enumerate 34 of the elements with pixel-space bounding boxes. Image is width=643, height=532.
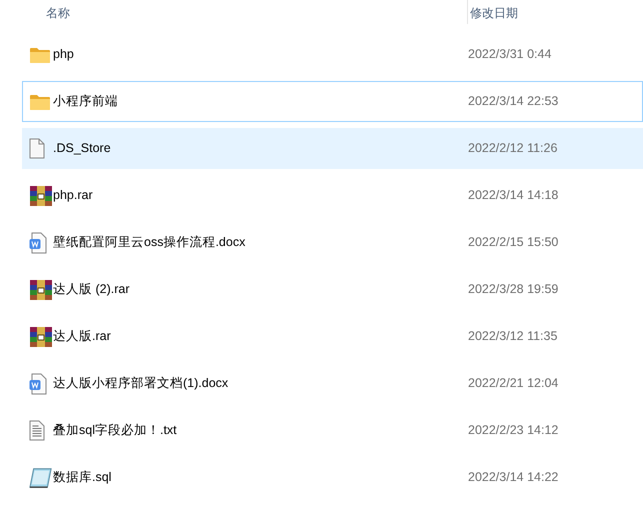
modified-date: 2022/2/15 15:50 [468,234,558,252]
notepad-icon [29,466,53,490]
column-header[interactable]: 修改日期 [470,6,518,20]
file-row[interactable]: 小程序前端 2022/3/14 22:53 [22,81,643,122]
modified-date: 2022/3/14 14:18 [468,187,558,204]
column-header[interactable]: 名称 [46,6,70,20]
file-name: 达人版.rar [53,328,112,346]
file-icon [29,138,45,159]
archive-icon [29,326,53,348]
modified-date: 2022/3/28 19:59 [468,281,558,298]
modified-date: 2022/3/12 11:35 [468,328,558,346]
file-name: 壁纸配置阿里云oss操作流程.docx [53,234,246,252]
modified-date: 2022/2/12 11:26 [468,140,558,158]
archive-icon [29,278,53,300]
modified-date: 2022/3/14 14:22 [468,469,558,486]
file-name: php.rar [53,187,94,204]
file-name: 达人版小程序部署文档(1).docx [53,375,230,392]
folder-icon [29,92,51,110]
file-name: 小程序前端 [53,93,119,110]
file-name: .DS_Store [53,140,112,158]
archive-icon [29,184,53,206]
file-name: 数据库.sql [53,469,112,486]
file-name: php [53,46,75,64]
folder-icon [29,46,51,64]
text-file-icon [29,420,45,441]
modified-date: 2022/3/31 0:44 [468,46,552,64]
word-document-icon [29,372,47,394]
modified-date: 2022/2/23 14:12 [468,422,558,440]
file-row[interactable]: .DS_Store 2022/2/12 11:26 [22,128,643,169]
modified-date: 2022/2/21 12:04 [468,375,558,392]
file-name: 叠加sql字段必加！.txt [53,422,178,440]
modified-date: 2022/3/14 22:53 [468,93,558,110]
word-document-icon [29,232,47,254]
file-name: 达人版 (2).rar [53,281,130,298]
